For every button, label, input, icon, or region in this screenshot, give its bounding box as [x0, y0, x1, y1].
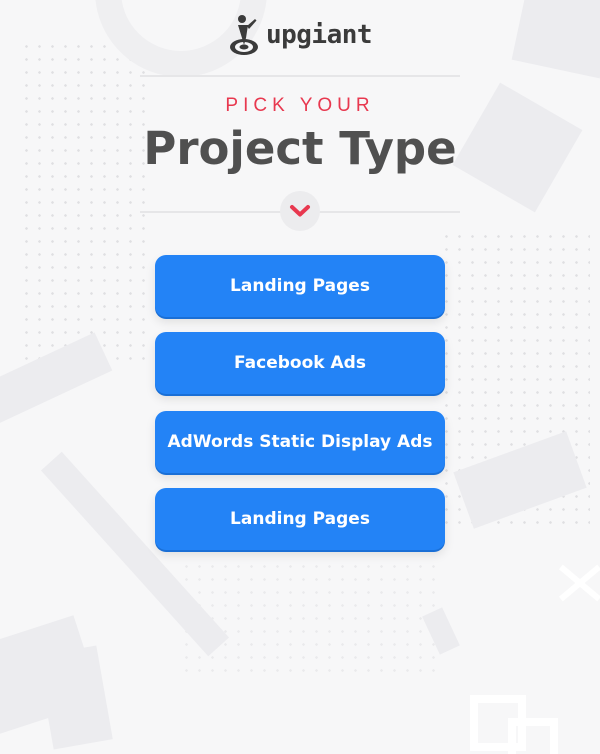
person-target-logo-icon [229, 15, 258, 55]
tile-shape-bottom-left-2 [37, 645, 113, 750]
chevron-down-icon [290, 205, 310, 217]
page-title: Project Type [143, 122, 457, 175]
divider-top [140, 75, 460, 77]
outline-square-b [508, 718, 558, 754]
brand-logo[interactable]: upgiant [0, 14, 600, 56]
dot-pattern-bottom [180, 560, 440, 680]
pick-your-label: PICK YOUR [225, 95, 375, 116]
adwords-static-display-ads-button[interactable]: AdWords Static Display Ads [155, 411, 445, 473]
logo-text: upgiant [265, 20, 373, 50]
scroll-down-button[interactable] [280, 191, 320, 231]
facebook-ads-button[interactable]: Facebook Ads [155, 332, 445, 394]
dot-pattern-top [20, 40, 150, 370]
landing-pages-button[interactable]: Landing Pages [155, 255, 445, 317]
landing-pages-button-2[interactable]: Landing Pages [155, 488, 445, 550]
project-type-options: Landing Pages Facebook Ads AdWords Stati… [155, 255, 445, 565]
